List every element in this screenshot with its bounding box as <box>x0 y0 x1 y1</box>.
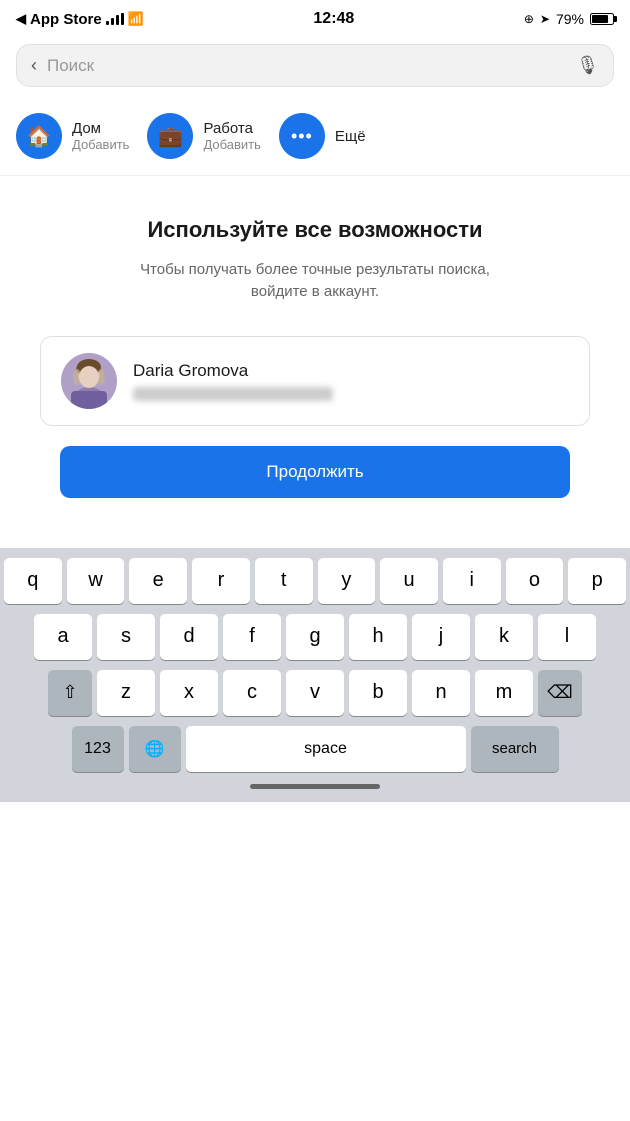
key-c[interactable]: c <box>223 670 281 716</box>
main-title: Используйте все возможности <box>30 216 600 245</box>
key-o[interactable]: o <box>506 558 564 604</box>
key-l[interactable]: l <box>538 614 596 660</box>
key-e[interactable]: e <box>129 558 187 604</box>
key-f[interactable]: f <box>223 614 281 660</box>
key-r[interactable]: r <box>192 558 250 604</box>
status-bar: ◀ App Store 📶 12:48 ⊕ ➤ 79% <box>0 0 630 36</box>
keyboard-row-1: q w e r t y u i o p <box>4 558 626 604</box>
home-text: Дом Добавить <box>72 120 129 152</box>
key-b[interactable]: b <box>349 670 407 716</box>
keyboard: q w e r t y u i o p a s d f g h j k l ⇧ … <box>0 548 630 802</box>
status-time: 12:48 <box>313 10 354 28</box>
battery-percent: 79% <box>556 11 584 27</box>
key-q[interactable]: q <box>4 558 62 604</box>
avatar <box>61 353 117 409</box>
more-dots-icon: ••• <box>291 126 313 147</box>
key-u[interactable]: u <box>380 558 438 604</box>
work-text: Работа Добавить <box>203 120 260 152</box>
user-info: Daria Gromova <box>133 361 569 401</box>
home-indicator <box>4 776 626 798</box>
continue-button[interactable]: Продолжить <box>60 446 570 498</box>
user-email-blurred <box>133 387 333 401</box>
wifi-icon: 📶 <box>128 11 144 27</box>
globe-key[interactable]: 🌐 <box>129 726 181 772</box>
search-bar[interactable]: ‹ Поиск 🎙 <box>16 44 614 87</box>
key-g[interactable]: g <box>286 614 344 660</box>
quick-action-work[interactable]: 💼 Работа Добавить <box>147 113 260 159</box>
keyboard-row-2: a s d f g h j k l <box>4 614 626 660</box>
keyboard-row-4: 123 🌐 space search <box>4 726 626 772</box>
key-i[interactable]: i <box>443 558 501 604</box>
user-name: Daria Gromova <box>133 361 569 381</box>
quick-action-more[interactable]: ••• Ещё <box>279 113 366 159</box>
avatar-image <box>61 353 117 409</box>
key-m[interactable]: m <box>475 670 533 716</box>
status-right: ⊕ ➤ 79% <box>524 11 614 27</box>
key-k[interactable]: k <box>475 614 533 660</box>
key-a[interactable]: a <box>34 614 92 660</box>
back-arrow-status: ◀ <box>16 11 26 27</box>
shift-key[interactable]: ⇧ <box>48 670 92 716</box>
arrow-icon: ➤ <box>540 12 550 26</box>
space-key[interactable]: space <box>186 726 466 772</box>
quick-actions-row: 🏠 Дом Добавить 💼 Работа Добавить ••• Ещё <box>0 99 630 176</box>
work-icon: 💼 <box>158 124 183 149</box>
key-v[interactable]: v <box>286 670 344 716</box>
key-x[interactable]: x <box>160 670 218 716</box>
numbers-key[interactable]: 123 <box>72 726 124 772</box>
key-p[interactable]: p <box>568 558 626 604</box>
key-h[interactable]: h <box>349 614 407 660</box>
home-bar <box>250 784 380 789</box>
battery-icon <box>590 13 614 25</box>
home-icon-circle: 🏠 <box>16 113 62 159</box>
microphone-icon[interactable]: 🎙 <box>576 55 599 76</box>
key-s[interactable]: s <box>97 614 155 660</box>
key-n[interactable]: n <box>412 670 470 716</box>
key-t[interactable]: t <box>255 558 313 604</box>
more-icon-circle: ••• <box>279 113 325 159</box>
key-d[interactable]: d <box>160 614 218 660</box>
search-key[interactable]: search <box>471 726 559 772</box>
search-bar-container: ‹ Поиск 🎙 <box>0 36 630 99</box>
key-y[interactable]: y <box>318 558 376 604</box>
key-j[interactable]: j <box>412 614 470 660</box>
delete-key[interactable]: ⌫ <box>538 670 582 716</box>
key-w[interactable]: w <box>67 558 125 604</box>
main-subtitle: Чтобы получать более точные результаты п… <box>30 259 600 304</box>
keyboard-row-3: ⇧ z x c v b n m ⌫ <box>4 670 626 716</box>
user-card[interactable]: Daria Gromova <box>40 336 590 426</box>
quick-action-home[interactable]: 🏠 Дом Добавить <box>16 113 129 159</box>
work-icon-circle: 💼 <box>147 113 193 159</box>
home-icon: 🏠 <box>27 124 52 149</box>
status-carrier: ◀ App Store 📶 <box>16 11 144 28</box>
signal-icon <box>106 13 124 25</box>
location-icon: ⊕ <box>524 12 534 26</box>
main-content: Используйте все возможности Чтобы получа… <box>0 176 630 548</box>
back-button[interactable]: ‹ <box>31 55 37 76</box>
search-placeholder[interactable]: Поиск <box>47 56 568 76</box>
key-z[interactable]: z <box>97 670 155 716</box>
